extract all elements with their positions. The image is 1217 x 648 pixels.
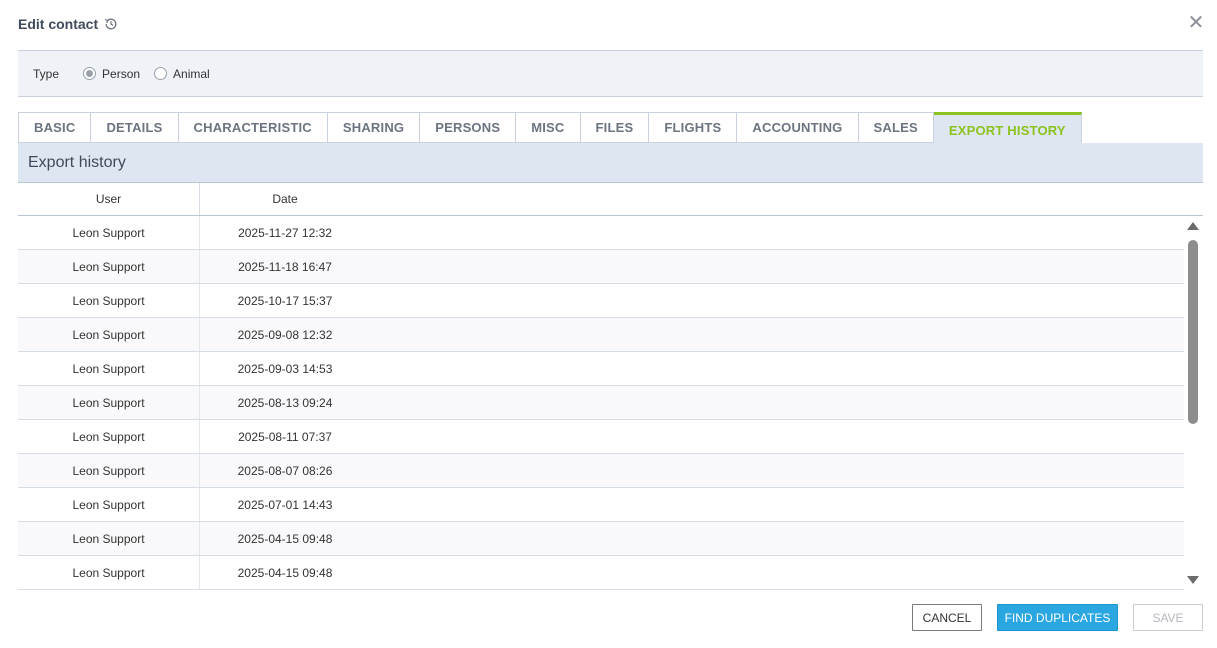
cell-user: Leon Support xyxy=(18,216,200,249)
cell-user: Leon Support xyxy=(18,250,200,283)
cell-date: 2025-04-15 09:48 xyxy=(237,565,333,580)
tab-persons[interactable]: PERSONS xyxy=(420,112,517,143)
table-row[interactable]: Leon Support 2025-08-13 09:24 xyxy=(18,386,1184,420)
cell-user: Leon Support xyxy=(18,318,200,351)
cell-user: Leon Support xyxy=(18,352,200,385)
cell-user: Leon Support xyxy=(18,284,200,317)
dialog-title-wrap: Edit contact xyxy=(18,16,118,32)
dialog-footer: CANCEL FIND DUPLICATES SAVE xyxy=(0,604,1217,631)
radio-person[interactable]: Person xyxy=(83,67,140,81)
section-title: Export history xyxy=(18,143,1203,183)
tab-misc[interactable]: MISC xyxy=(516,112,581,143)
cell-date: 2025-04-15 09:48 xyxy=(237,531,333,546)
type-label: Type xyxy=(33,66,60,81)
tab-details[interactable]: DETAILS xyxy=(91,112,179,143)
cell-date: 2025-07-01 14:43 xyxy=(237,497,333,512)
radio-animal[interactable]: Animal xyxy=(154,67,210,81)
radio-person-label: Person xyxy=(102,66,141,81)
cell-date: 2025-08-07 08:26 xyxy=(237,463,333,478)
cell-date: 2025-09-03 14:53 xyxy=(237,361,333,376)
type-bar: Type Person Animal xyxy=(18,50,1203,97)
scroll-down-arrow-icon[interactable] xyxy=(1187,576,1199,584)
radio-animal-label: Animal xyxy=(173,66,210,81)
tab-basic[interactable]: BASIC xyxy=(18,112,92,143)
tab-export-history[interactable]: EXPORT HISTORY xyxy=(933,112,1082,143)
cell-date: 2025-10-17 15:37 xyxy=(237,293,333,308)
cell-user: Leon Support xyxy=(18,420,200,453)
cell-user: Leon Support xyxy=(18,522,200,555)
radio-person-indicator[interactable] xyxy=(83,67,97,80)
cell-date: 2025-08-11 07:37 xyxy=(238,429,332,444)
find-duplicates-button[interactable]: FIND DUPLICATES xyxy=(997,604,1118,631)
tab-sharing[interactable]: SHARING xyxy=(327,112,421,143)
scroll-up-arrow-icon[interactable] xyxy=(1187,222,1199,230)
cell-user: Leon Support xyxy=(18,488,200,521)
cell-user: Leon Support xyxy=(18,556,200,589)
tab-files[interactable]: FILES xyxy=(580,112,650,143)
tab-accounting[interactable]: ACCOUNTING xyxy=(737,112,859,143)
scrollbar-thumb[interactable] xyxy=(1188,240,1198,424)
dialog-title: Edit contact xyxy=(18,16,99,32)
table-row[interactable]: Leon Support 2025-11-27 12:32 xyxy=(18,216,1184,250)
table-row[interactable]: Leon Support 2025-04-15 09:48 xyxy=(18,522,1184,556)
radio-animal-indicator[interactable] xyxy=(154,67,168,80)
tab-sales[interactable]: SALES xyxy=(858,112,934,143)
cell-user: Leon Support xyxy=(18,386,200,419)
save-button[interactable]: SAVE xyxy=(1133,604,1203,631)
table-body: Leon Support 2025-11-27 12:32 Leon Suppor… xyxy=(18,216,1184,590)
column-header-user[interactable]: User xyxy=(18,183,200,215)
close-icon[interactable]: ✕ xyxy=(1187,13,1205,33)
tab-characteristic[interactable]: CHARACTERISTIC xyxy=(178,112,328,143)
table-row[interactable]: Leon Support 2025-09-08 12:32 xyxy=(18,318,1184,352)
vertical-scrollbar[interactable] xyxy=(1186,220,1200,586)
table-row[interactable]: Leon Support 2025-08-11 07:37 xyxy=(18,420,1184,454)
history-icon[interactable] xyxy=(104,17,118,31)
table-row[interactable]: Leon Support 2025-07-01 14:43 xyxy=(18,488,1184,522)
dialog-header: Edit contact ✕ xyxy=(0,0,1217,50)
table-row[interactable]: Leon Support 2025-08-07 08:26 xyxy=(18,454,1184,488)
table-row[interactable]: Leon Support 2025-09-03 14:53 xyxy=(18,352,1184,386)
column-header-date[interactable]: Date xyxy=(200,183,370,215)
tab-bar: BASIC DETAILS CHARACTERISTIC SHARING PER… xyxy=(18,112,1082,143)
table-row[interactable]: Leon Support 2025-10-17 15:37 xyxy=(18,284,1184,318)
table-row[interactable]: Leon Support 2025-04-15 09:48 xyxy=(18,556,1184,590)
cell-user: Leon Support xyxy=(18,454,200,487)
table-header: User Date xyxy=(18,183,1203,216)
cell-date: 2025-09-08 12:32 xyxy=(237,327,333,342)
tab-flights[interactable]: FLIGHTS xyxy=(649,112,738,143)
cell-date: 2025-08-13 09:24 xyxy=(237,395,333,410)
cell-date: 2025-11-27 12:32 xyxy=(238,225,332,240)
cancel-button[interactable]: CANCEL xyxy=(912,604,982,631)
table-row[interactable]: Leon Support 2025-11-18 16:47 xyxy=(18,250,1184,284)
cell-date: 2025-11-18 16:47 xyxy=(238,259,332,274)
